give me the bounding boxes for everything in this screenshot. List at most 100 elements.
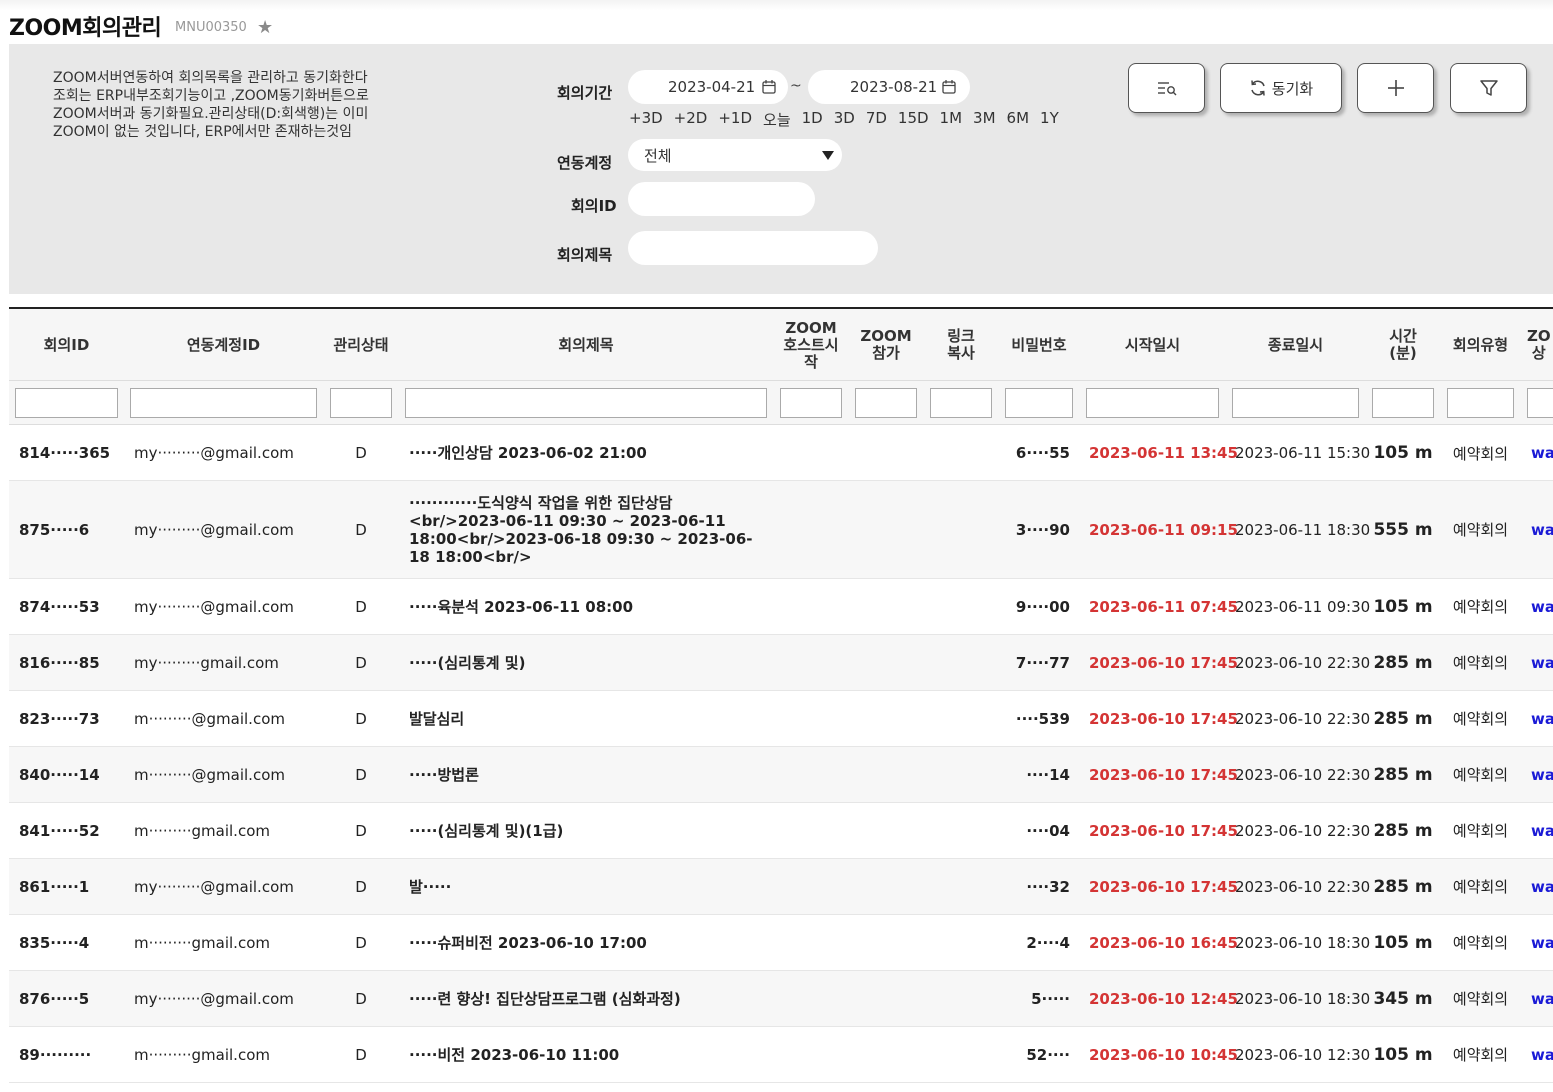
end-time-cell: 2023-06-10 12:30 [1235, 1045, 1371, 1064]
filter-input[interactable] [1372, 388, 1434, 418]
end-time-cell: 2023-06-10 18:30 [1235, 989, 1371, 1008]
zoom-status-cell[interactable]: wai [1531, 859, 1553, 914]
password-cell: 7····77 [1015, 653, 1070, 672]
status-cell: D [355, 933, 367, 952]
account-label: 연동계정 [557, 154, 613, 172]
meeting-type-cell: 예약회의 [1452, 444, 1509, 463]
zoom-status-cell[interactable]: wai [1531, 747, 1553, 802]
filter-input[interactable] [930, 388, 992, 418]
quick-range-button[interactable]: 1D [802, 109, 823, 130]
column-header[interactable]: ZOOM 참가 [855, 309, 917, 381]
duration-cell: 285 m [1373, 708, 1433, 729]
filter-input[interactable] [1232, 388, 1359, 418]
filter-input[interactable] [1527, 388, 1553, 418]
start-time-cell: 2023-06-10 12:45 [1089, 989, 1238, 1008]
end-time-cell: 2023-06-11 09:30 [1235, 597, 1371, 616]
filter-input[interactable] [1005, 388, 1073, 418]
meeting-title-input[interactable] [628, 231, 878, 265]
meeting-title-cell: ·····육분석 2023-06-11 08:00 [409, 597, 634, 616]
table-row[interactable]: 876·····5 my·········@gmail.com D ·····련 향상… [9, 971, 1553, 1027]
quick-range-button[interactable]: 1Y [1040, 109, 1059, 130]
filter-input[interactable] [130, 388, 317, 418]
status-cell: D [355, 1045, 367, 1064]
column-header[interactable]: 회의유형 [1447, 309, 1514, 381]
meeting-title-cell: ·····(심리통계 및) [409, 653, 526, 672]
column-header[interactable]: 연동계정ID [130, 309, 317, 381]
column-header[interactable]: 회의제목 [405, 309, 767, 381]
column-header[interactable]: 시작일시 [1086, 309, 1219, 381]
column-header[interactable]: 관리상태 [330, 309, 392, 381]
zoom-status-cell[interactable]: wai [1531, 691, 1553, 746]
zoom-status-cell[interactable]: wai [1531, 915, 1553, 970]
filter-icon [1479, 80, 1498, 96]
column-header[interactable]: 회의ID [15, 309, 118, 381]
search-panel: ZOOM서버연동하여 회의목록을 관리하고 동기화한다 조회는 ERP내부조회기… [9, 44, 1553, 294]
start-time-cell: 2023-06-10 17:45 [1089, 653, 1238, 672]
password-cell: ····04 [1026, 821, 1070, 840]
password-cell: 5····· [1031, 989, 1070, 1008]
filter-input[interactable] [405, 388, 767, 418]
quick-range-button[interactable]: 3D [834, 109, 855, 130]
quick-range-button[interactable]: +3D [629, 109, 663, 130]
date-to-input[interactable]: 2023-08-21 [808, 70, 970, 104]
status-cell: D [355, 444, 367, 462]
table-row[interactable]: 835·····4 m·········gmail.com D ·····슈퍼비전 2… [9, 915, 1553, 971]
column-header[interactable]: 링크 복사 [930, 309, 992, 381]
search-button[interactable] [1128, 63, 1205, 113]
end-time-cell: 2023-06-11 15:30 [1235, 444, 1371, 462]
zoom-status-cell[interactable]: wai [1531, 579, 1553, 634]
column-header[interactable]: 비밀번호 [1005, 309, 1073, 381]
quick-range-button[interactable]: +1D [718, 109, 752, 130]
meeting-id-cell: 816·····85 [19, 653, 100, 672]
start-time-cell: 2023-06-10 17:45 [1089, 709, 1238, 728]
table-row[interactable]: 841·····52 m·········gmail.com D ·····(심리통계… [9, 803, 1553, 859]
zoom-status-cell[interactable]: wai [1531, 1027, 1553, 1082]
quick-range-button[interactable]: 1M [940, 109, 963, 130]
zoom-status-cell[interactable]: wai [1531, 481, 1553, 578]
column-header[interactable]: ZO 상 [1527, 309, 1553, 381]
column-header[interactable]: 시간 (분) [1372, 309, 1434, 381]
quick-range-button[interactable]: 7D [866, 109, 887, 130]
table-row[interactable]: 874·····53 my·········@gmail.com D ·····육분석… [9, 579, 1553, 635]
date-from-input[interactable]: 2023-04-21 [628, 70, 788, 104]
status-cell: D [355, 520, 367, 539]
quick-range-button[interactable]: 3M [973, 109, 996, 130]
zoom-status-cell[interactable]: wai [1531, 426, 1553, 480]
table-row[interactable]: 814·····365 my·········@gmail.com D ·····개인… [9, 426, 1553, 481]
filter-input[interactable] [330, 388, 392, 418]
meeting-id-cell: 823·····73 [19, 709, 100, 728]
sync-button[interactable]: 동기화 [1220, 63, 1342, 113]
meeting-title-label: 회의제목 [557, 246, 613, 264]
filter-button[interactable] [1450, 63, 1527, 113]
meeting-id-input[interactable] [628, 182, 815, 216]
star-icon[interactable]: ★ [257, 17, 273, 38]
account-select[interactable]: 전체 [628, 139, 842, 171]
filter-input[interactable] [1086, 388, 1219, 418]
zoom-status-cell[interactable]: wai [1531, 635, 1553, 690]
table-row[interactable]: 823·····73 m·········@gmail.com D 발달심리 ····5… [9, 691, 1553, 747]
column-header[interactable]: 종료일시 [1232, 309, 1359, 381]
quick-range-button[interactable]: 6M [1007, 109, 1030, 130]
duration-cell: 105 m [1373, 443, 1433, 463]
table-row[interactable]: 816·····85 my·········gmail.com D ·····(심리통… [9, 635, 1553, 691]
calendar-icon[interactable] [942, 79, 956, 94]
quick-range-button[interactable]: +2D [674, 109, 708, 130]
calendar-icon[interactable] [762, 79, 776, 94]
zoom-status-cell[interactable]: wai [1531, 971, 1553, 1026]
table-row[interactable]: 89········· m·········gmail.com D ·····비전 2… [9, 1027, 1553, 1083]
filter-input[interactable] [1447, 388, 1514, 418]
quick-range-button[interactable]: 오늘 [763, 109, 791, 130]
filter-input[interactable] [855, 388, 917, 418]
table-row[interactable]: 840·····14 m·········@gmail.com D ·····방법론 ·… [9, 747, 1553, 803]
filter-input[interactable] [15, 388, 118, 418]
zoom-status-cell[interactable]: wai [1531, 803, 1553, 858]
password-cell: ····14 [1026, 765, 1070, 784]
column-header[interactable]: ZOOM 호스트시 작 [780, 309, 842, 381]
table-row[interactable]: 861·····1 my·········@gmail.com D 발····· ···… [9, 859, 1553, 915]
table-row[interactable]: 875·····6 my·········@gmail.com D ·········… [9, 481, 1553, 579]
duration-cell: 285 m [1373, 876, 1433, 897]
quick-range-button[interactable]: 15D [898, 109, 929, 130]
meeting-type-cell: 예약회의 [1452, 710, 1509, 728]
filter-input[interactable] [780, 388, 842, 418]
add-button[interactable] [1357, 63, 1434, 113]
